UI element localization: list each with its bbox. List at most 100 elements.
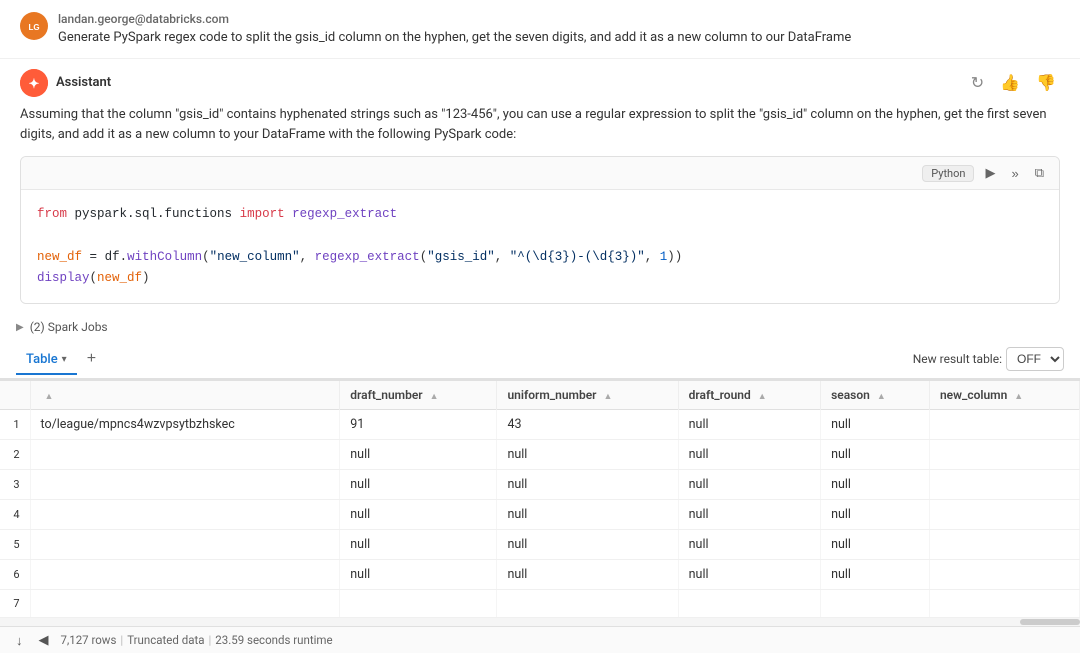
more-options-button[interactable]: » bbox=[1006, 164, 1023, 183]
col0-cell bbox=[30, 440, 340, 470]
draft-round-header[interactable]: draft_round ▲ bbox=[678, 381, 820, 410]
col0-cell bbox=[30, 530, 340, 560]
horizontal-scrollbar[interactable] bbox=[0, 618, 1080, 626]
sort-icon-season: ▲ bbox=[877, 392, 886, 402]
col-rownum-header bbox=[0, 381, 30, 410]
col0-cell: to/league/mpncs4wzvpsytbzhskec bbox=[30, 410, 340, 440]
sort-icon-uniform-number: ▲ bbox=[603, 392, 612, 402]
result-control: New result table: OFF ON bbox=[913, 347, 1064, 371]
truncated-note: Truncated data bbox=[127, 633, 204, 647]
table-area: ▲ draft_number ▲ uniform_number ▲ draft_… bbox=[0, 380, 1080, 626]
new-column-cell bbox=[929, 590, 1079, 618]
new-column-cell bbox=[929, 560, 1079, 590]
uniform-number-cell bbox=[497, 590, 678, 618]
code-content: from pyspark.sql.functions import regexp… bbox=[21, 190, 1059, 303]
table-body: 1 to/league/mpncs4wzvpsytbzhskec 91 43 n… bbox=[0, 410, 1080, 618]
season-cell: null bbox=[821, 410, 930, 440]
thumbs-up-button[interactable]: 👍 bbox=[996, 71, 1024, 95]
uniform-number-cell: null bbox=[497, 530, 678, 560]
assistant-label: ✦ Assistant bbox=[20, 69, 111, 97]
draft-round-cell: null bbox=[678, 410, 820, 440]
uniform-number-cell: null bbox=[497, 440, 678, 470]
table-row: 6 null null null null bbox=[0, 560, 1080, 590]
draft-number-header[interactable]: draft_number ▲ bbox=[340, 381, 497, 410]
new-column-cell bbox=[929, 530, 1079, 560]
spark-arrow-icon: ▶ bbox=[16, 322, 24, 333]
user-email: landan.george@databricks.com bbox=[58, 12, 851, 26]
draft-number-cell bbox=[340, 590, 497, 618]
uniform-number-header[interactable]: uniform_number ▲ bbox=[497, 381, 678, 410]
col0-cell bbox=[30, 500, 340, 530]
download-button[interactable]: ↓ bbox=[12, 632, 27, 649]
season-cell: null bbox=[821, 470, 930, 500]
copy-button[interactable]: ⧉ bbox=[1030, 163, 1049, 183]
new-column-cell bbox=[929, 410, 1079, 440]
svg-text:LG: LG bbox=[28, 23, 39, 32]
uniform-number-cell: null bbox=[497, 470, 678, 500]
season-cell: null bbox=[821, 560, 930, 590]
season-cell: null bbox=[821, 530, 930, 560]
table-tab[interactable]: Table ▾ bbox=[16, 346, 77, 375]
row-num: 1 bbox=[0, 410, 30, 440]
draft-number-cell: null bbox=[340, 500, 497, 530]
bottom-bar: ↓ ◀ 7,127 rows | Truncated data | 23.59 … bbox=[0, 626, 1080, 653]
assistant-section: ✦ Assistant ↻ 👍 👎 Assuming that the colu… bbox=[0, 59, 1080, 305]
new-column-header[interactable]: new_column ▲ bbox=[929, 381, 1079, 410]
table-row: 5 null null null null bbox=[0, 530, 1080, 560]
sort-icon-new-column: ▲ bbox=[1014, 392, 1023, 402]
code-toolbar: Python ▶ » ⧉ bbox=[21, 157, 1059, 190]
result-label: New result table: bbox=[913, 352, 1002, 366]
table-row: 7 bbox=[0, 590, 1080, 618]
user-message-text: Generate PySpark regex code to split the… bbox=[58, 28, 851, 48]
table-toolbar: Table ▾ + New result table: OFF ON bbox=[0, 340, 1080, 380]
new-column-cell bbox=[929, 440, 1079, 470]
sort-icon-draft-round: ▲ bbox=[758, 392, 767, 402]
table-header-row: ▲ draft_number ▲ uniform_number ▲ draft_… bbox=[0, 381, 1080, 410]
col0-cell bbox=[30, 560, 340, 590]
new-column-cell bbox=[929, 470, 1079, 500]
sort-icon-col0: ▲ bbox=[45, 392, 54, 402]
row-num: 7 bbox=[0, 590, 30, 618]
language-badge: Python bbox=[922, 165, 974, 182]
user-content: landan.george@databricks.com Generate Py… bbox=[58, 12, 851, 48]
draft-number-cell: null bbox=[340, 470, 497, 500]
uniform-number-cell: null bbox=[497, 500, 678, 530]
new-column-label: new_column bbox=[940, 388, 1007, 402]
tab-dropdown-icon: ▾ bbox=[62, 354, 67, 365]
col0-cell bbox=[30, 470, 340, 500]
sort-icon-draft-number: ▲ bbox=[430, 392, 439, 402]
draft-number-cell: null bbox=[340, 560, 497, 590]
draft-number-cell: null bbox=[340, 530, 497, 560]
code-block: Python ▶ » ⧉ from pyspark.sql.functions … bbox=[20, 156, 1060, 304]
season-cell: null bbox=[821, 500, 930, 530]
assistant-actions: ↻ 👍 👎 bbox=[967, 71, 1060, 95]
add-tab-button[interactable]: + bbox=[79, 344, 104, 374]
draft-number-label: draft_number bbox=[350, 388, 422, 402]
draft-number-cell: 91 bbox=[340, 410, 497, 440]
scrollbar-thumb bbox=[1020, 619, 1080, 625]
table-tabs: Table ▾ + bbox=[16, 344, 104, 374]
new-column-cell bbox=[929, 500, 1079, 530]
draft-round-cell: null bbox=[678, 470, 820, 500]
data-table: ▲ draft_number ▲ uniform_number ▲ draft_… bbox=[0, 381, 1080, 618]
row-num: 5 bbox=[0, 530, 30, 560]
assistant-avatar: ✦ bbox=[20, 69, 48, 97]
draft-round-label: draft_round bbox=[689, 388, 751, 402]
refresh-button[interactable]: ↻ bbox=[967, 71, 988, 95]
avatar: LG bbox=[20, 12, 48, 40]
table-row: 2 null null null null bbox=[0, 440, 1080, 470]
uniform-number-cell: null bbox=[497, 560, 678, 590]
row-num: 3 bbox=[0, 470, 30, 500]
runtime: 23.59 seconds runtime bbox=[215, 633, 332, 647]
spark-jobs-row[interactable]: ▶ (2) Spark Jobs bbox=[0, 314, 1080, 340]
col0-header[interactable]: ▲ bbox=[30, 381, 340, 410]
season-cell bbox=[821, 590, 930, 618]
season-header[interactable]: season ▲ bbox=[821, 381, 930, 410]
row-num: 6 bbox=[0, 560, 30, 590]
thumbs-down-button[interactable]: 👎 bbox=[1032, 71, 1060, 95]
new-result-table-dropdown[interactable]: OFF ON bbox=[1006, 347, 1064, 371]
prev-page-button[interactable]: ◀ bbox=[35, 631, 53, 649]
run-button[interactable]: ▶ bbox=[980, 163, 1000, 183]
draft-round-cell bbox=[678, 590, 820, 618]
user-message-section: LG landan.george@databricks.com Generate… bbox=[0, 0, 1080, 59]
